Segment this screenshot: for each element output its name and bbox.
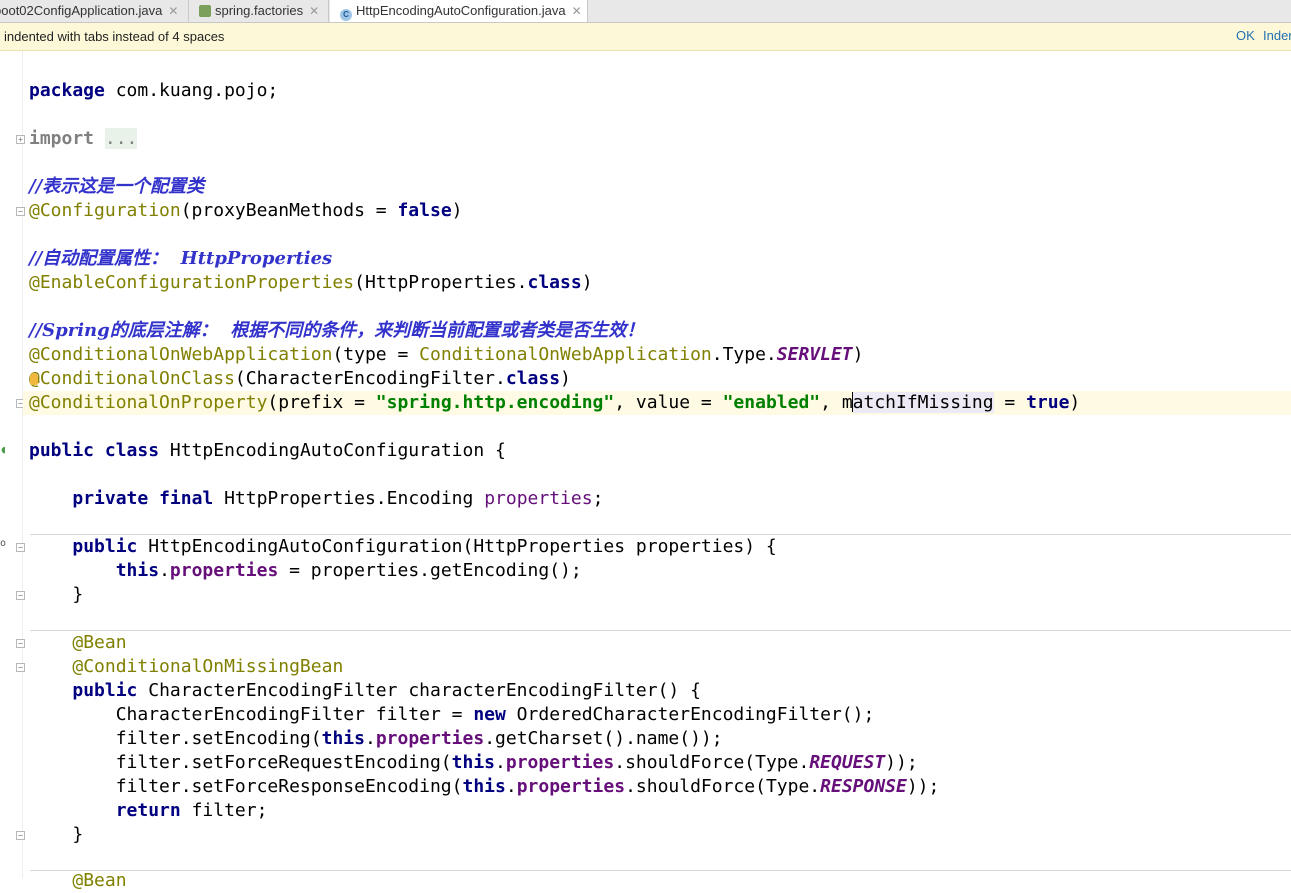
- code-line-annotation: @Configuration(proxyBeanMethods = false): [29, 200, 463, 221]
- tab-boot02-config-application[interactable]: boot02ConfigApplication.java ✕: [0, 0, 189, 22]
- editor-gutter: + − − ◖ − o − − − −: [0, 51, 25, 878]
- code-line-statement: filter.setForceResponseEncoding(this.pro…: [115, 776, 940, 797]
- code-line-statement: this.properties = properties.getEncoding…: [115, 560, 582, 581]
- ok-link[interactable]: OK: [1236, 28, 1255, 43]
- java-class-icon: C: [340, 9, 352, 21]
- lightbulb-icon[interactable]: [29, 373, 38, 385]
- folded-imports[interactable]: ...: [104, 128, 138, 149]
- code-line-annotation: @ConditionalOnWebApplication(type = Cond…: [29, 344, 864, 365]
- code-line-annotation: @Bean: [72, 632, 127, 653]
- usages-gutter-icon[interactable]: o: [0, 538, 6, 549]
- tab-label: spring.factories: [215, 3, 304, 18]
- code-line-comment: //Spring的底层注解： 根据不同的条件，来判断当前配置或者类是否生效！: [29, 320, 645, 341]
- code-line-constructor: public HttpEncodingAutoConfiguration(Htt…: [72, 536, 777, 557]
- code-line-statement: CharacterEncodingFilter filter = new Ord…: [115, 704, 875, 725]
- spring-bean-gutter-icon[interactable]: ◖: [0, 443, 7, 456]
- code-line-comment: //表示这是一个配置类: [29, 176, 205, 197]
- close-icon[interactable]: ✕: [168, 4, 178, 18]
- indent-link[interactable]: Inder: [1263, 28, 1291, 43]
- code-line-method: public CharacterEncodingFilter character…: [72, 680, 701, 701]
- code-line-field: private final HttpProperties.Encoding pr…: [72, 488, 604, 509]
- code-line-package: package com.kuang.pojo;: [29, 80, 279, 101]
- code-line-brace: }: [72, 824, 84, 845]
- code-line-comment: //自动配置属性： HttpProperties: [29, 248, 333, 269]
- indent-notification-bar: indented with tabs instead of 4 spaces O…: [0, 23, 1291, 51]
- tab-spring-factories[interactable]: spring.factories ✕: [189, 0, 329, 22]
- code-line-statement: filter.setEncoding(this.properties.getCh…: [115, 728, 723, 749]
- method-separator: [30, 870, 1291, 871]
- code-line-annotation: @ConditionalOnMissingBean: [72, 656, 344, 677]
- code-line-import: import ...: [29, 128, 138, 149]
- code-line-annotation: @ConditionalOnProperty(prefix = "spring.…: [29, 392, 1081, 413]
- code-line-statement: filter.setForceRequestEncoding(this.prop…: [115, 752, 918, 773]
- code-line-annotation-partial: @Bean: [72, 870, 127, 891]
- notification-message: indented with tabs instead of 4 spaces: [4, 29, 225, 44]
- code-line-statement: return filter;: [115, 800, 268, 821]
- close-icon[interactable]: ✕: [309, 4, 319, 18]
- editor-tab-bar: boot02ConfigApplication.java ✕ spring.fac…: [0, 0, 1291, 23]
- tab-label: boot02ConfigApplication.java: [0, 3, 163, 18]
- tab-label: HttpEncodingAutoConfiguration.java: [356, 3, 566, 18]
- code-line-annotation: @EnableConfigurationProperties(HttpPrope…: [29, 272, 593, 293]
- method-separator: [30, 630, 1291, 631]
- code-editor[interactable]: package com.kuang.pojo; import ... //表示这…: [23, 51, 1291, 891]
- code-line-class-decl: public class HttpEncodingAutoConfigurati…: [29, 440, 506, 461]
- code-line-brace: }: [72, 584, 84, 605]
- tab-http-encoding-auto-configuration[interactable]: C HttpEncodingAutoConfiguration.java ✕: [330, 0, 588, 22]
- properties-file-icon: [199, 5, 211, 17]
- close-icon[interactable]: ✕: [572, 4, 582, 18]
- code-line-annotation: @ConditionalOnClass(CharacterEncodingFil…: [29, 367, 571, 391]
